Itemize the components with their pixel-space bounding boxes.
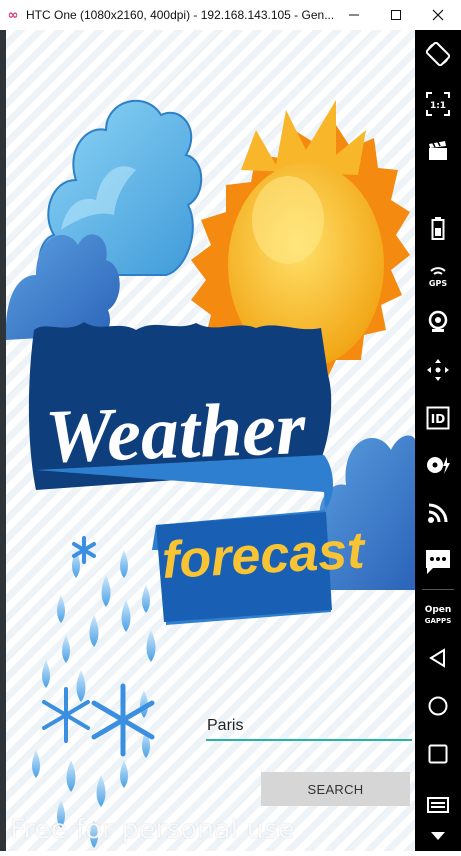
back-icon (429, 648, 445, 668)
raindrops (32, 550, 156, 848)
sidebar-divider (422, 589, 454, 590)
logo-word-weather: Weather (44, 386, 309, 479)
cast-icon (428, 503, 448, 523)
identifiers-icon: ID (426, 406, 450, 430)
city-input[interactable] (206, 713, 412, 741)
svg-text:GAPPS: GAPPS (425, 617, 451, 625)
move-button[interactable] (415, 350, 461, 390)
open-gapps-icon: Open GAPPS (425, 605, 452, 625)
svg-text:ID: ID (431, 412, 445, 426)
disk-io-button[interactable] (415, 445, 461, 485)
snowflakes (42, 536, 155, 757)
cast-button[interactable] (415, 493, 461, 533)
home-button[interactable] (415, 686, 461, 726)
open-gapps-button[interactable]: Open GAPPS (415, 594, 461, 634)
minimize-icon (349, 14, 359, 16)
identifiers-button[interactable]: ID (415, 398, 461, 438)
svg-text:GPS: GPS (429, 279, 447, 288)
home-icon (428, 696, 448, 716)
screen-record-button[interactable] (415, 131, 461, 171)
search-button[interactable]: SEARCH (261, 772, 410, 806)
rotate-icon (426, 42, 450, 66)
logo-word-forecast: forecast (161, 521, 369, 590)
watermark-text: Free for personal use (10, 814, 295, 845)
svg-text:Open: Open (425, 605, 452, 615)
rotate-button[interactable] (415, 34, 461, 74)
move-icon (427, 359, 449, 381)
expand-down-icon (431, 832, 445, 840)
gps-button[interactable]: GPS (415, 255, 461, 295)
title-bar: ∞ HTC One (1080x2160, 400dpi) - 192.168.… (0, 0, 461, 30)
recent-apps-button[interactable] (415, 734, 461, 774)
sms-button[interactable] (415, 542, 461, 582)
pixel-perfect-button[interactable]: 1:1 (415, 84, 461, 124)
gps-icon: GPS (429, 267, 447, 288)
maximize-button[interactable] (375, 0, 417, 30)
close-icon (432, 9, 444, 21)
battery-icon (431, 217, 445, 240)
maximize-icon (391, 10, 401, 20)
back-button[interactable] (415, 638, 461, 678)
pixel-perfect-icon: 1:1 (426, 92, 450, 116)
expand-sidebar-button[interactable] (415, 816, 461, 856)
emulator-sidebar: 1:1 GPS ID Open GAPPS (415, 30, 461, 851)
disk-io-icon (427, 457, 450, 474)
device-screen: Weather forecast SEARCH Free for persona… (6, 30, 415, 851)
emulator-window: ∞ HTC One (1080x2160, 400dpi) - 192.168.… (0, 0, 461, 851)
app-icon: ∞ (7, 7, 19, 23)
menu-icon (427, 797, 449, 813)
close-button[interactable] (417, 0, 459, 30)
webcam-icon (428, 310, 448, 332)
screen-record-icon (429, 141, 447, 160)
cloud-left (6, 234, 120, 340)
battery-button[interactable] (415, 208, 461, 248)
svg-text:1:1: 1:1 (430, 101, 446, 111)
recent-apps-icon (428, 744, 448, 764)
webcam-button[interactable] (415, 302, 461, 342)
window-title: HTC One (1080x2160, 400dpi) - 192.168.14… (26, 8, 333, 22)
sms-icon (426, 550, 450, 574)
minimize-button[interactable] (333, 0, 375, 30)
